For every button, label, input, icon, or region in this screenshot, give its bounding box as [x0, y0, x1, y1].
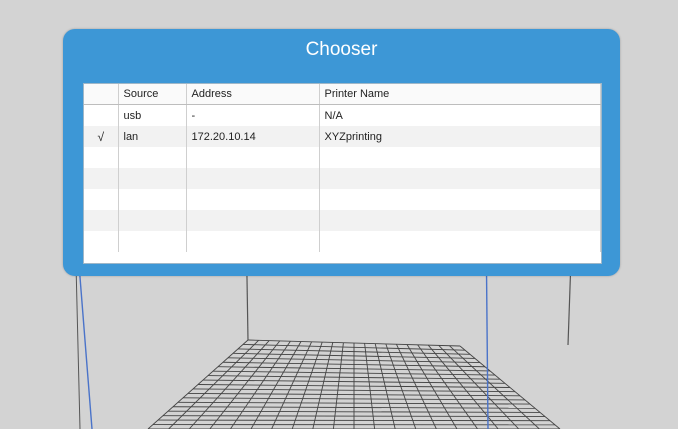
table-row[interactable]: [84, 147, 601, 168]
floor-grid-line: [157, 419, 551, 422]
source-cell: [118, 189, 187, 210]
address-cell: -: [186, 104, 320, 126]
address-cell: 172.20.10.14: [186, 126, 320, 147]
table-row[interactable]: [84, 168, 601, 189]
column-header-address[interactable]: Address: [186, 84, 320, 105]
printer-name-cell: [319, 189, 601, 210]
selected-check-cell: [84, 210, 119, 231]
source-cell: usb: [118, 104, 187, 126]
selected-check-cell: [84, 231, 119, 252]
source-cell: [118, 147, 187, 168]
table-row[interactable]: usb - N/A: [84, 104, 601, 126]
printer-name-cell: XYZprinting: [319, 126, 601, 147]
chooser-dialog: Chooser Source Address Printer Name usb -…: [63, 29, 620, 276]
address-cell: [186, 189, 320, 210]
dialog-title: Chooser: [305, 39, 378, 60]
table-row[interactable]: [84, 189, 601, 210]
table-header-row: Source Address Printer Name: [84, 84, 601, 105]
source-cell: lan: [118, 126, 187, 147]
column-header-select: [84, 84, 119, 105]
printer-name-cell: [319, 168, 601, 189]
address-cell: [186, 231, 320, 252]
printer-table: Source Address Printer Name usb - N/A √ lan 1…: [83, 83, 602, 264]
selected-check-cell: √: [84, 126, 119, 147]
printer-name-cell: [319, 231, 601, 252]
source-cell: [118, 231, 187, 252]
printer-name-cell: [319, 210, 601, 231]
table-row[interactable]: [84, 231, 601, 252]
column-header-printer-name[interactable]: Printer Name: [319, 84, 601, 105]
selected-check-cell: [84, 147, 119, 168]
table-row[interactable]: √ lan 172.20.10.14 XYZprinting: [84, 126, 601, 147]
source-cell: [118, 210, 187, 231]
selected-check-cell: [84, 189, 119, 210]
source-cell: [118, 168, 187, 189]
column-header-source[interactable]: Source: [118, 84, 187, 105]
printer-name-cell: N/A: [319, 104, 601, 126]
address-cell: [186, 168, 320, 189]
address-cell: [186, 210, 320, 231]
selected-check-cell: [84, 104, 119, 126]
table-row[interactable]: [84, 210, 601, 231]
selected-check-cell: [84, 168, 119, 189]
printer-name-cell: [319, 147, 601, 168]
address-cell: [186, 147, 320, 168]
